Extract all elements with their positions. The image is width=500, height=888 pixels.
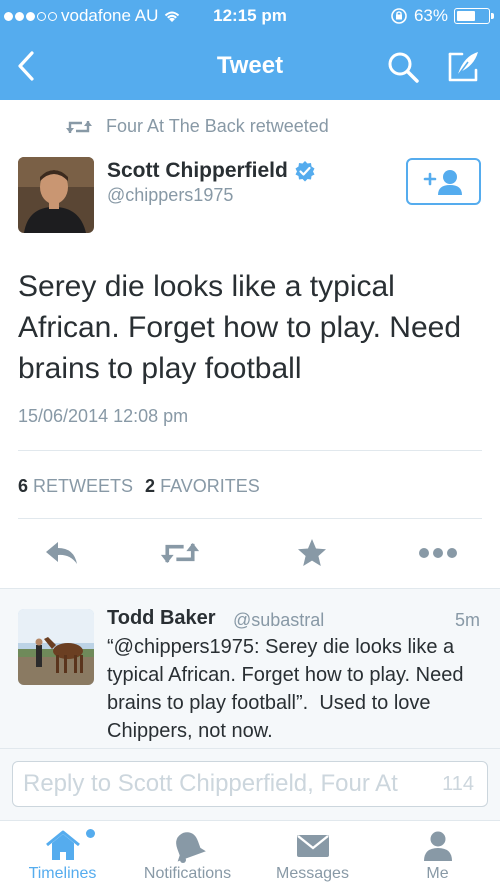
envelope-icon (297, 835, 329, 857)
favorite-button[interactable] (292, 536, 332, 570)
favorites-count: 2 (145, 476, 156, 496)
search-icon (388, 52, 419, 83)
tab-notifications[interactable]: Notifications (125, 821, 250, 888)
retweet-button[interactable] (160, 536, 200, 570)
tweet-text: Serey die looks like a typical African. … (18, 270, 461, 385)
tab-timelines[interactable]: Timelines (0, 821, 125, 888)
retweet-context[interactable]: Four At The Back retweeted (66, 116, 329, 137)
tab-bar: Timelines Notifications Messages Me (0, 820, 500, 888)
reply-icon (46, 542, 77, 564)
tab-me[interactable]: Me (375, 821, 500, 888)
search-button[interactable] (386, 50, 420, 84)
tab-label: Messages (276, 865, 349, 882)
reply-author-name[interactable]: Todd Baker (107, 607, 216, 630)
reply-timestamp: 5m (454, 610, 480, 630)
retweets-label: RETWEETS (33, 476, 134, 496)
retweets-count: 6 (18, 476, 29, 496)
person-icon (424, 831, 452, 861)
retweet-icon (66, 120, 92, 133)
tweet-stats: 6 RETWEETS 2 FAVORITES (18, 476, 260, 497)
retweets-stat[interactable]: 6 RETWEETS (18, 476, 133, 497)
tab-label: Notifications (143, 865, 232, 882)
author-name-label: Scott Chipperfield (107, 159, 288, 182)
tab-label: Me (426, 865, 449, 882)
reply-compose-bar: 114 (0, 748, 500, 820)
more-options-button[interactable] (418, 536, 458, 570)
follow-button[interactable] (406, 158, 481, 205)
reply-author-avatar[interactable] (18, 609, 94, 685)
author-name[interactable]: Scott Chipperfield (107, 159, 316, 183)
battery-icon (454, 8, 494, 24)
star-icon (298, 539, 326, 566)
reply-author-handle[interactable]: @subastral (233, 610, 324, 631)
nav-bar: Tweet (0, 38, 500, 94)
bell-icon (176, 832, 206, 863)
character-count: 114 (442, 773, 474, 795)
divider (18, 450, 482, 451)
compose-feather-icon (448, 52, 478, 82)
status-bar: vodafone AU 12:15 pm 63% (0, 0, 500, 34)
tweet-actions (0, 528, 500, 578)
divider (18, 518, 482, 519)
retweet-icon (160, 543, 200, 563)
retweet-context-label: Four At The Back retweeted (106, 116, 329, 136)
app-header: vodafone AU 12:15 pm 63% Tweet (0, 0, 500, 100)
compose-tweet-button[interactable] (444, 48, 482, 86)
verified-badge-icon (295, 161, 315, 182)
reply-input[interactable] (12, 761, 488, 807)
tweet-timestamp: 15/06/2014 12:08 pm (18, 406, 189, 426)
author-avatar[interactable] (18, 157, 94, 233)
tab-messages[interactable]: Messages (250, 821, 375, 888)
home-icon (46, 830, 80, 860)
favorites-label: FAVORITES (160, 476, 260, 496)
tab-label: Timelines (28, 865, 97, 882)
more-dots-icon (419, 548, 457, 558)
battery-percent: 63% (413, 6, 448, 25)
favorites-stat[interactable]: 2 FAVORITES (145, 476, 260, 497)
author-handle[interactable]: @chippers1975 (107, 185, 233, 206)
battery-info: 63% (390, 6, 494, 26)
reply-button[interactable] (42, 536, 82, 570)
reply-tweet[interactable]: Todd Baker @subastral 5m “@chippers1975:… (0, 588, 500, 748)
page-title: Tweet (216, 52, 284, 79)
new-tweets-dot (86, 829, 95, 838)
reply-text: “@chippers1975: Serey die looks like a t… (107, 636, 470, 742)
rotation-lock-icon (391, 8, 407, 24)
add-user-icon (423, 169, 462, 195)
